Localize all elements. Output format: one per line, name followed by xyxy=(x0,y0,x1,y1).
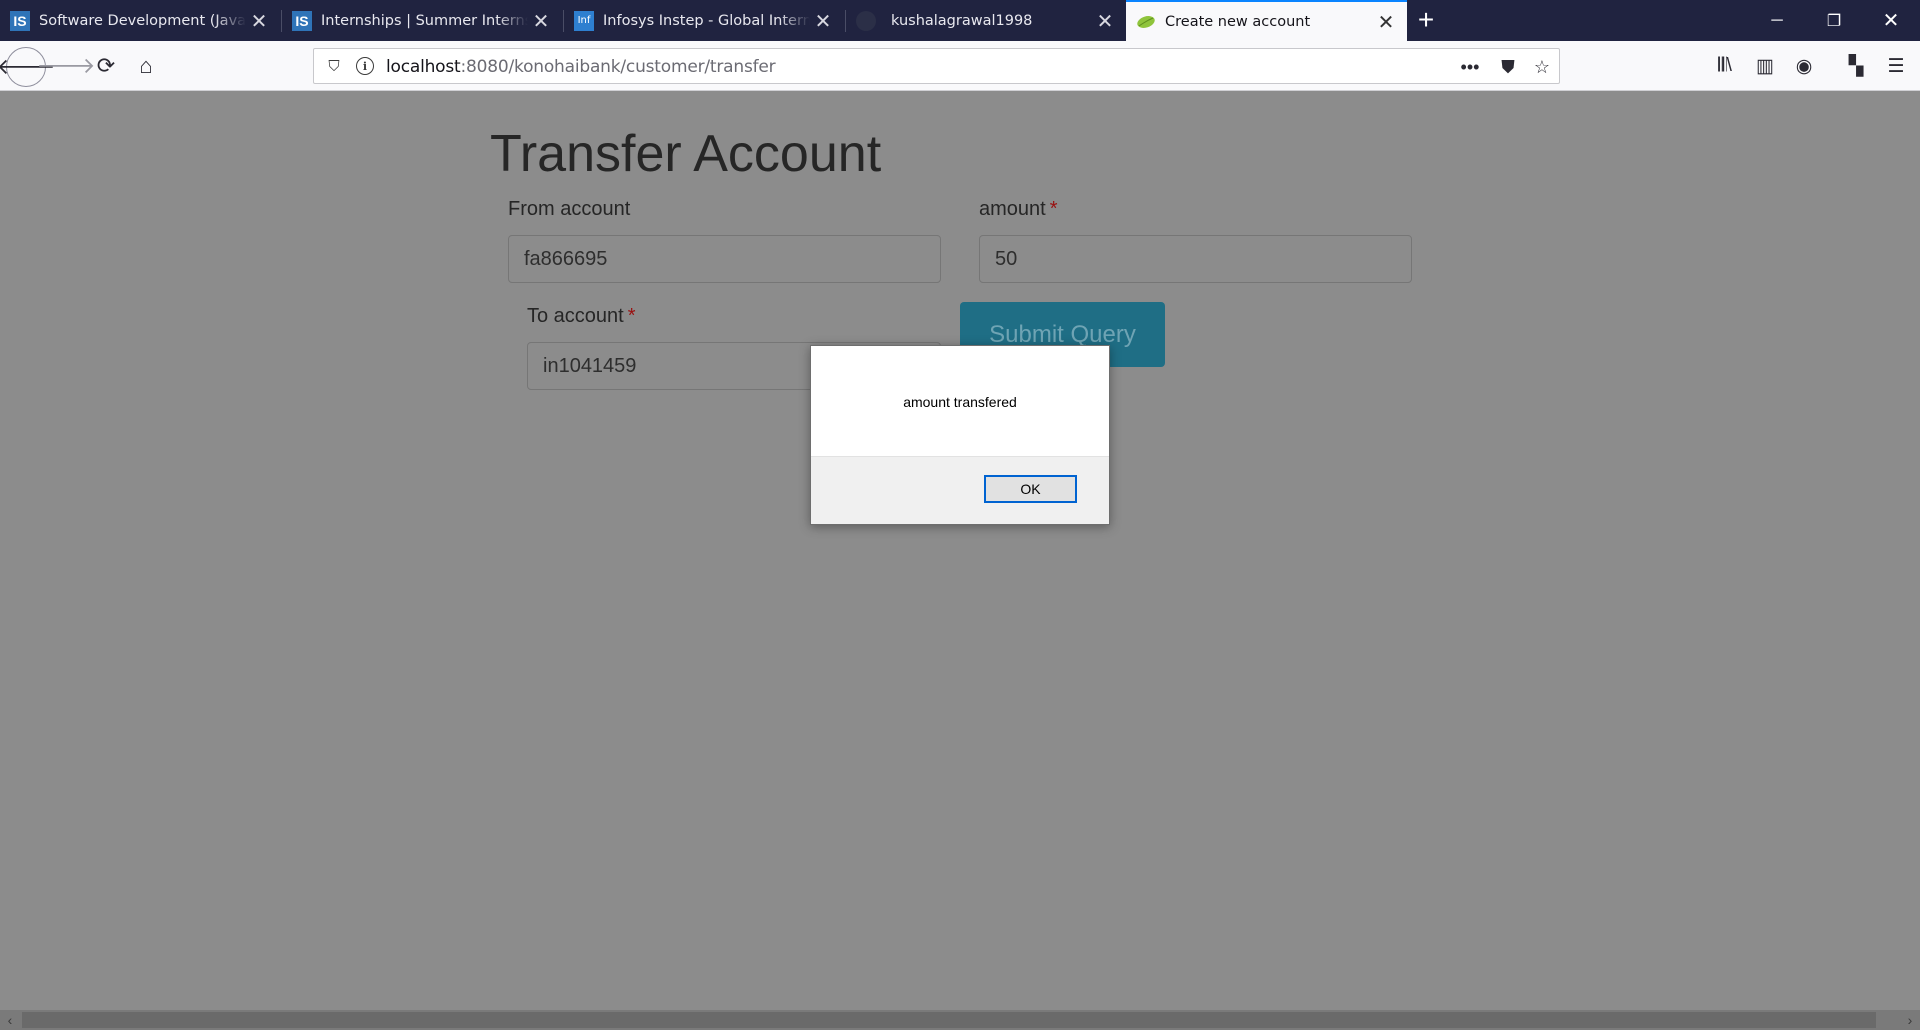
amount-label: amount * xyxy=(979,198,1058,220)
favicon-icon: Inf xyxy=(574,10,594,31)
bookmark-star-icon[interactable]: ☆ xyxy=(1530,55,1554,79)
close-icon[interactable]: ✕ xyxy=(1373,9,1399,35)
browser-tab[interactable]: IS Software Development (Java) w ✕ xyxy=(0,0,280,41)
alert-message: amount transfered xyxy=(903,394,1017,410)
close-window-button[interactable]: ✕ xyxy=(1868,0,1914,41)
info-icon[interactable]: i xyxy=(356,57,374,75)
close-icon[interactable]: ✕ xyxy=(528,8,554,34)
forward-button[interactable]: 🡒 xyxy=(37,48,96,84)
github-icon xyxy=(856,10,876,31)
browser-tab[interactable]: Inf Infosys Instep - Global Internshi ✕ xyxy=(564,0,844,41)
tab-title: kushalagrawal1998 xyxy=(891,12,1033,29)
tab-title: Create new account xyxy=(1165,13,1311,30)
scroll-left-icon[interactable]: ‹ xyxy=(0,1010,20,1030)
tab-title: Infosys Instep - Global Internshi xyxy=(603,12,810,29)
library-icon[interactable]: 𝄃𝄃\ xyxy=(1711,52,1739,80)
horizontal-scrollbar[interactable]: ‹ › xyxy=(0,1010,1920,1030)
menu-icon[interactable]: ☰ xyxy=(1882,52,1910,80)
page-title: Transfer Account xyxy=(490,125,882,183)
amount-field[interactable]: 50 xyxy=(979,235,1412,283)
reload-button[interactable]: ⟳ xyxy=(88,48,124,84)
close-icon[interactable]: ✕ xyxy=(1092,8,1118,34)
browser-tab-active[interactable]: Create new account ✕ xyxy=(1126,0,1407,41)
to-account-label: To account * xyxy=(527,305,636,327)
scroll-right-icon[interactable]: › xyxy=(1900,1010,1920,1030)
tab-strip: IS Software Development (Java) w ✕ IS In… xyxy=(0,0,1920,41)
browser-tab[interactable]: IS Internships | Summer Internship ✕ xyxy=(282,0,562,41)
leaf-icon xyxy=(1136,12,1156,32)
extensions-icon[interactable]: ▚ xyxy=(1842,52,1870,80)
browser-tab[interactable]: kushalagrawal1998 ✕ xyxy=(846,0,1126,41)
tab-title: Internships | Summer Internship xyxy=(321,12,528,29)
new-tab-button[interactable]: + xyxy=(1410,4,1442,36)
alert-dialog: amount transfered OK xyxy=(810,345,1110,525)
ok-button[interactable]: OK xyxy=(984,475,1077,503)
home-button[interactable]: ⌂ xyxy=(128,48,164,84)
close-icon[interactable]: ✕ xyxy=(810,8,836,34)
page-actions-icon[interactable]: ••• xyxy=(1458,55,1482,79)
navigation-bar: 🡐 🡒 ⟳ ⌂ ⛉ i localhost:8080/konohaibank/c… xyxy=(0,41,1920,91)
url-text[interactable]: localhost:8080/konohaibank/customer/tran… xyxy=(386,57,776,77)
restore-button[interactable]: ❐ xyxy=(1811,0,1857,41)
from-account-field[interactable]: fa866695 xyxy=(508,235,941,283)
sidebar-icon[interactable]: ▥ xyxy=(1751,52,1779,80)
required-marker: * xyxy=(627,305,636,327)
tab-title: Software Development (Java) w xyxy=(39,12,246,29)
required-marker: * xyxy=(1049,198,1058,220)
minimize-button[interactable]: ─ xyxy=(1754,0,1800,41)
close-icon[interactable]: ✕ xyxy=(246,8,272,34)
shield-icon[interactable]: ⛉ xyxy=(324,56,344,76)
url-bar[interactable]: ⛉ i localhost:8080/konohaibank/customer/… xyxy=(313,48,1560,84)
favicon-icon: IS xyxy=(10,10,30,31)
favicon-icon: IS xyxy=(292,10,312,31)
alert-footer: OK xyxy=(811,456,1109,524)
scrollbar-thumb[interactable] xyxy=(22,1012,1876,1028)
account-icon[interactable]: ◉ xyxy=(1790,52,1818,80)
pocket-icon[interactable]: ⛊ xyxy=(1496,55,1520,79)
from-account-label: From account xyxy=(508,198,631,220)
